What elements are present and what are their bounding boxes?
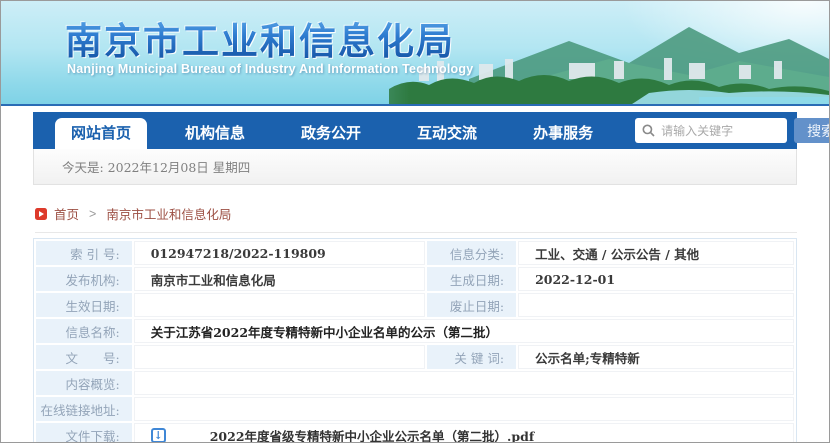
site-title: 南京市工业和信息化局	[65, 11, 455, 65]
info-category-label: 信息分类:	[427, 241, 517, 265]
issuing-agency-value: 南京市工业和信息化局	[133, 267, 426, 291]
effective-date-value	[133, 293, 426, 317]
row-issuing-agency: 发布机构: 南京市工业和信息化局 生成日期: 2022-12-01	[36, 267, 794, 291]
abolish-date-label: 废止日期:	[427, 293, 517, 317]
doc-number-label: 文 号:	[36, 345, 132, 369]
date-bar: 今天是: 2022年12月08日 星期四	[33, 149, 797, 185]
home-icon	[35, 207, 47, 220]
row-effective-date: 生效日期: 废止日期:	[36, 293, 794, 317]
row-index-number: 索 引 号: 012947218/2022-119809 信息分类: 工业、交通…	[36, 241, 794, 265]
generate-date-value: 2022-12-01	[518, 267, 794, 291]
search-icon	[642, 124, 655, 137]
page-content: 网站首页 机构信息 政务公开 互动交流 办事服务 搜索 今天是: 2022年12…	[1, 112, 829, 443]
search-button[interactable]: 搜索	[794, 118, 829, 143]
date-text: 今天是: 2022年12月08日 星期四	[62, 160, 251, 175]
index-number-value: 012947218/2022-119809	[133, 241, 426, 265]
breadcrumb-current[interactable]: 南京市工业和信息化局	[106, 204, 231, 223]
generate-date-label: 生成日期:	[427, 267, 517, 291]
online-link-label: 在线链接地址:	[36, 397, 132, 421]
tab-home[interactable]: 网站首页	[55, 118, 148, 149]
row-online-link: 在线链接地址:	[36, 397, 794, 421]
online-link-value	[133, 397, 794, 421]
effective-date-label: 生效日期:	[36, 293, 132, 317]
abolish-date-value	[518, 293, 794, 317]
keywords-label: 关 键 词:	[427, 345, 517, 369]
info-table: 索 引 号: 012947218/2022-119809 信息分类: 工业、交通…	[33, 238, 797, 443]
row-info-name: 信息名称: 关于江苏省2022年度专精特新中小企业名单的公示（第二批）	[36, 319, 794, 343]
doc-number-value	[133, 345, 426, 369]
page: 南京市工业和信息化局 Nanjing Municipal Bureau of I…	[0, 0, 830, 443]
info-name-value: 关于江苏省2022年度专精特新中小企业名单的公示（第二批）	[133, 319, 794, 343]
info-name-label: 信息名称:	[36, 319, 132, 343]
keywords-value: 公示名单;专精特新	[518, 345, 794, 369]
nav-search-area: 搜索	[635, 112, 829, 149]
breadcrumb-home-link[interactable]: 首页	[54, 204, 79, 223]
info-category-value: 工业、交通 / 公示公告 / 其他	[518, 241, 794, 265]
site-subtitle: Nanjing Municipal Bureau of Industry And…	[67, 62, 474, 76]
row-doc-number: 文 号: 关 键 词: 公示名单;专精特新	[36, 345, 794, 369]
index-number-label: 索 引 号:	[36, 241, 132, 265]
row-content-overview: 内容概览:	[36, 371, 794, 395]
download-file-link[interactable]: 2022年度省级专精特新中小企业公示名单（第二批）.pdf	[210, 426, 535, 443]
tab-interaction[interactable]: 互动交流	[403, 118, 491, 149]
search-input[interactable]	[661, 123, 781, 138]
main-nav: 网站首页 机构信息 政务公开 互动交流 办事服务 搜索	[33, 112, 829, 149]
row-file-download: 文件下载: 2022年度省级专精特新中小企业公示名单（第二批）.pdf	[36, 423, 794, 443]
file-download-value: 2022年度省级专精特新中小企业公示名单（第二批）.pdf	[133, 423, 794, 443]
content-overview-value	[133, 371, 794, 395]
tab-org-info[interactable]: 机构信息	[171, 118, 259, 149]
download-icon[interactable]	[150, 427, 166, 442]
file-download-label: 文件下载:	[36, 423, 132, 442]
site-header: 南京市工业和信息化局 Nanjing Municipal Bureau of I…	[1, 1, 829, 106]
issuing-agency-label: 发布机构:	[36, 267, 132, 291]
content-overview-label: 内容概览:	[36, 371, 132, 395]
tab-services[interactable]: 办事服务	[519, 118, 607, 149]
search-box	[635, 118, 788, 143]
tab-gov-disclosure[interactable]: 政务公开	[287, 118, 375, 149]
breadcrumb: 首页 > 南京市工业和信息化局	[35, 204, 797, 233]
breadcrumb-separator: >	[89, 206, 97, 221]
